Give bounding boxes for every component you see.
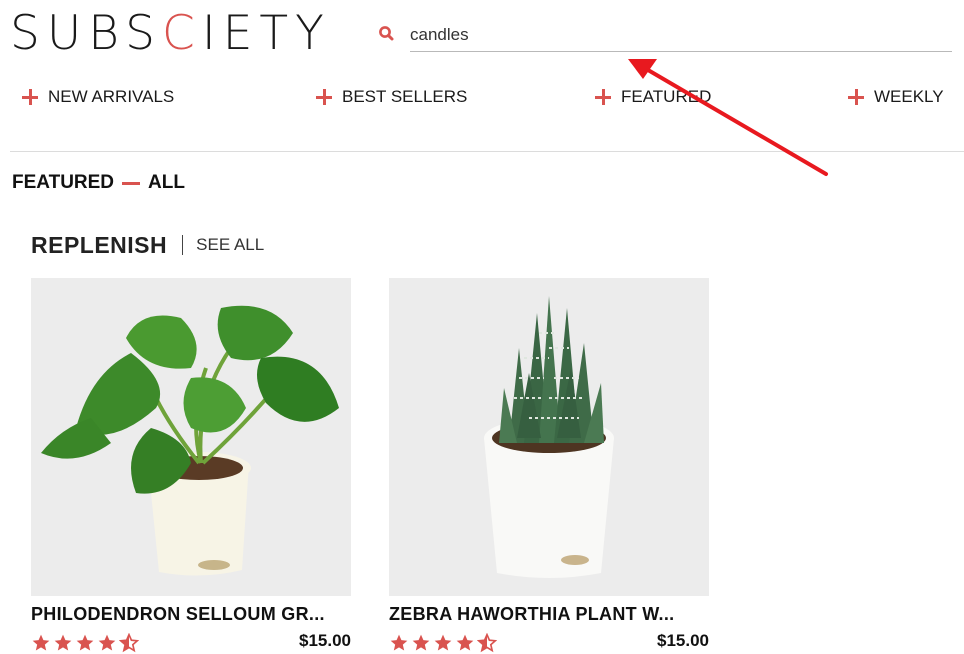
plus-icon: [595, 89, 611, 105]
product-card[interactable]: ZEBRA HAWORTHIA PLANT W... $15.00: [389, 278, 709, 653]
search-input[interactable]: [410, 18, 952, 52]
section-title: REPLENISH: [31, 231, 168, 258]
nav-new-arrivals[interactable]: NEW ARRIVALS: [22, 84, 174, 110]
star-icon: [456, 634, 474, 651]
nav-best-sellers[interactable]: BEST SELLERS: [316, 84, 467, 110]
star-icon: [54, 634, 72, 651]
breadcrumb: FEATURED ALL: [12, 171, 185, 195]
star-half-icon: [119, 633, 139, 653]
product-name[interactable]: ZEBRA HAWORTHIA PLANT W...: [389, 604, 709, 625]
breadcrumb-dash: [122, 181, 141, 185]
star-icon: [434, 634, 452, 651]
star-icon: [32, 634, 50, 651]
logo-text-start: SUBS: [10, 6, 163, 61]
subsciety-logo[interactable]: SUBSCIETY: [10, 8, 331, 60]
nav-label: WEEKLY: [874, 87, 944, 106]
rating-stars: [389, 633, 499, 654]
product-name[interactable]: PHILODENDRON SELLOUM GR...: [31, 604, 351, 625]
nav-weekly[interactable]: WEEKLY: [848, 84, 944, 110]
logo-text-end: IETY: [201, 6, 331, 61]
nav-label: FEATURED: [621, 87, 712, 106]
product-price: $15.00: [657, 631, 709, 650]
see-all-link[interactable]: SEE ALL: [196, 235, 264, 255]
star-icon: [390, 634, 408, 651]
plus-icon: [22, 89, 38, 105]
logo-text-accent: C: [162, 6, 202, 61]
section-header: REPLENISH SEE ALL: [31, 230, 264, 260]
section-separator: [182, 235, 184, 255]
breadcrumb-featured[interactable]: FEATURED: [12, 172, 114, 194]
breadcrumb-all: ALL: [148, 172, 185, 193]
rating-stars: [31, 633, 141, 654]
product-image-philodendron[interactable]: [31, 278, 351, 596]
plus-icon: [848, 89, 864, 105]
product-card[interactable]: PHILODENDRON SELLOUM GR... $15.00: [31, 278, 351, 653]
header-divider: [10, 151, 964, 152]
star-icon: [76, 634, 94, 651]
product-price: $15.00: [299, 631, 351, 650]
nav-featured[interactable]: FEATURED: [595, 84, 711, 110]
nav-label: BEST SELLERS: [342, 87, 468, 106]
nav-label: NEW ARRIVALS: [48, 87, 175, 106]
star-icon: [412, 634, 430, 651]
product-image-zebra-haworthia[interactable]: [389, 278, 709, 596]
star-half-icon: [477, 633, 497, 653]
search-icon[interactable]: [378, 25, 396, 43]
star-icon: [98, 634, 116, 651]
plus-icon: [316, 89, 332, 105]
